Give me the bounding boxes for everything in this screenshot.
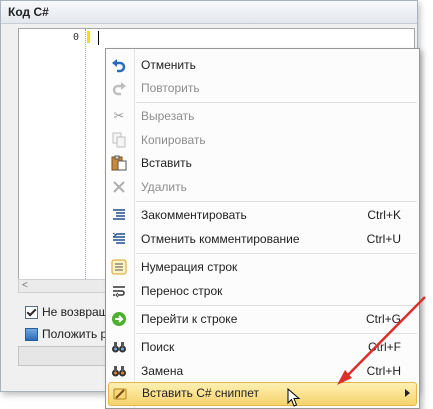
- menu-item-find[interactable]: Поиск Ctrl+F: [108, 336, 417, 358]
- menu-item-insert-snippet[interactable]: Вставить C# сниппет: [108, 382, 417, 406]
- mouse-cursor-icon: [287, 388, 301, 407]
- menu-item-line-numbers[interactable]: Нумерация строк: [108, 256, 417, 278]
- put-icon: [25, 327, 38, 341]
- menu-item-label: Поиск: [141, 340, 175, 354]
- menu-item-label: Отменить: [141, 58, 196, 72]
- undo-icon: [111, 57, 127, 73]
- menu-separator: [136, 305, 417, 306]
- menu-item-replace[interactable]: Замена Ctrl+H: [108, 360, 417, 382]
- menu-item-uncomment[interactable]: Отменить комментирование Ctrl+U: [108, 228, 417, 250]
- menu-item-shortcut: Ctrl+G: [365, 312, 401, 326]
- put-label: Положить ре: [42, 327, 114, 341]
- gutter-divider: [85, 29, 86, 289]
- menu-item-shortcut: Ctrl+F: [368, 340, 401, 354]
- menu-item-shortcut: Ctrl+H: [366, 364, 401, 378]
- menu-item-label: Вырезать: [141, 109, 195, 123]
- menu-item-copy[interactable]: Копировать: [108, 129, 417, 151]
- menu-item-delete[interactable]: Удалить: [108, 176, 417, 198]
- change-marker: [87, 31, 90, 43]
- comment-icon: [111, 207, 127, 223]
- goto-line-icon: [111, 311, 127, 327]
- put-option[interactable]: Положить ре: [25, 326, 114, 342]
- paste-icon: [111, 155, 127, 171]
- line-number: 0: [72, 32, 79, 43]
- menu-item-label: Закомментировать: [141, 208, 247, 222]
- replace-icon: [111, 363, 127, 379]
- bottom-input-field[interactable]: [18, 346, 108, 366]
- delete-icon: [111, 179, 127, 195]
- menu-item-label: Перенос строк: [141, 284, 223, 298]
- menu-separator: [136, 201, 417, 202]
- menu-item-label: Нумерация строк: [141, 260, 238, 274]
- redo-icon: [111, 80, 127, 96]
- menu-item-label: Замена: [141, 364, 184, 378]
- menu-item-label: Удалить: [141, 180, 187, 194]
- snippet-icon: [112, 386, 128, 402]
- menu-item-paste[interactable]: Вставить: [108, 152, 417, 174]
- menu-item-label: Вставить: [141, 156, 192, 170]
- scissors-icon: ✂: [113, 108, 125, 123]
- uncomment-icon: [111, 231, 127, 247]
- menu-item-cut[interactable]: ✂ Вырезать: [108, 105, 417, 127]
- window-title: Код C#: [8, 5, 49, 19]
- menu-item-label: Повторить: [141, 81, 200, 95]
- context-menu: Отменить Повторить ✂ Вырезать Копировать…: [105, 48, 420, 409]
- menu-item-label: Вставить C# сниппет: [142, 386, 259, 400]
- horizontal-scrollbar[interactable]: <: [18, 279, 108, 293]
- menu-item-comment[interactable]: Закомментировать Ctrl+K: [108, 204, 417, 226]
- menu-item-undo[interactable]: Отменить: [108, 54, 417, 76]
- menu-item-label: Перейти к строке: [141, 312, 238, 326]
- return-checkbox[interactable]: [25, 305, 38, 319]
- menu-item-shortcut: Ctrl+K: [367, 208, 401, 222]
- copy-icon: [111, 132, 127, 148]
- menu-item-shortcut: Ctrl+U: [366, 232, 401, 246]
- scroll-left-icon[interactable]: <: [22, 280, 28, 291]
- menu-separator: [136, 333, 417, 334]
- binoculars-icon: [111, 339, 127, 355]
- line-numbers-icon: [111, 259, 127, 275]
- menu-item-word-wrap[interactable]: Перенос строк: [108, 280, 417, 302]
- word-wrap-icon: [111, 283, 127, 299]
- menu-item-label: Копировать: [141, 133, 206, 147]
- menu-item-goto-line[interactable]: Перейти к строке Ctrl+G: [108, 308, 417, 330]
- menu-separator: [136, 102, 417, 103]
- submenu-arrow-icon: [405, 389, 410, 397]
- window-title-bar: Код C#: [1, 1, 417, 24]
- menu-item-redo[interactable]: Повторить: [108, 77, 417, 99]
- menu-item-label: Отменить комментирование: [141, 232, 300, 246]
- text-caret: [98, 31, 99, 45]
- line-number-gutter: [19, 29, 83, 289]
- menu-separator: [136, 253, 417, 254]
